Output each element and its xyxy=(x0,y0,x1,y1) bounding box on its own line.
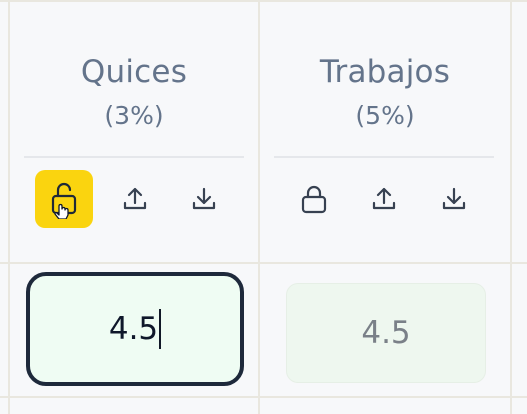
lock-icon xyxy=(301,185,327,214)
upload-icon xyxy=(123,187,147,210)
header-separator xyxy=(274,156,494,158)
grade-value: 4.5 xyxy=(361,315,411,351)
grid-divider xyxy=(0,396,527,398)
unlock-column-button[interactable] xyxy=(35,170,93,228)
upload-button[interactable] xyxy=(106,170,164,228)
column-weight: (5%) xyxy=(355,101,415,130)
column-weight: (3%) xyxy=(104,101,164,130)
download-icon xyxy=(192,187,216,210)
column-title: Trabajos xyxy=(319,54,451,90)
gradebook-grid: Quices (3%) Trabajos (5%) 4.5 4.5 xyxy=(0,0,527,414)
column-title: Quices xyxy=(80,54,188,90)
grade-value: 4.5 xyxy=(108,311,159,347)
grade-input-quices[interactable]: 4.5 xyxy=(26,272,244,386)
download-icon xyxy=(442,187,466,210)
lock-column-button[interactable] xyxy=(285,170,343,228)
header-separator xyxy=(24,156,244,158)
unlock-icon xyxy=(51,182,77,219)
text-caret xyxy=(159,309,162,349)
download-button[interactable] xyxy=(425,170,483,228)
grid-divider xyxy=(510,0,512,414)
grade-cell-trabajos[interactable]: 4.5 xyxy=(286,283,486,383)
upload-button[interactable] xyxy=(355,170,413,228)
upload-icon xyxy=(372,187,396,210)
download-button[interactable] xyxy=(175,170,233,228)
grid-divider xyxy=(0,262,527,264)
